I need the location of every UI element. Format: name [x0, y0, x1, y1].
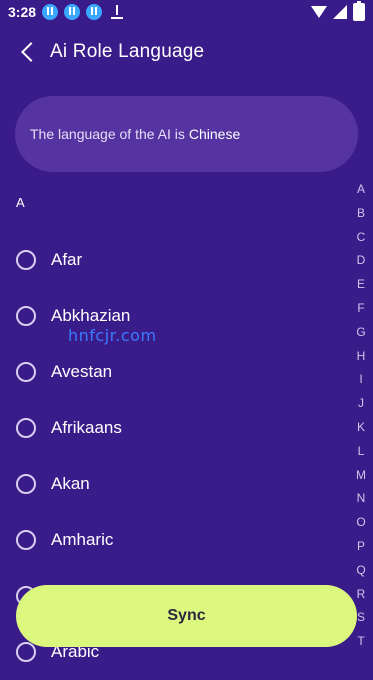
radio-button[interactable] [16, 306, 36, 326]
alphabet-letter[interactable]: M [356, 464, 366, 488]
language-label: Afar [51, 250, 83, 269]
alphabet-letter[interactable]: N [357, 487, 366, 511]
language-label: Amharic [51, 530, 114, 549]
download-badge-icon [42, 4, 59, 20]
status-time: 3:28 [8, 4, 37, 20]
app-bar: Ai Role Language [0, 30, 373, 74]
alphabet-letter[interactable]: A [357, 178, 365, 202]
ai-language-value: Chinese [188, 126, 241, 142]
alphabet-letter[interactable]: I [359, 368, 362, 392]
alphabet-index[interactable]: A B C D E F G H I J K L M N O P Q R S T [353, 178, 369, 654]
alphabet-letter[interactable]: Q [356, 559, 365, 583]
battery-icon [353, 1, 365, 21]
wifi-icon [311, 6, 327, 18]
radio-button[interactable] [16, 362, 36, 382]
alphabet-letter[interactable]: S [357, 606, 365, 630]
ai-language-label: The language of the AI is [30, 126, 185, 142]
sync-button[interactable]: Sync [16, 585, 357, 647]
alphabet-letter[interactable]: L [358, 440, 365, 464]
download-badge-icon [64, 4, 81, 20]
language-label: Akan [51, 474, 90, 493]
ai-language-card: The language of the AI is Chinese [15, 96, 358, 172]
back-arrow-icon[interactable] [18, 41, 40, 63]
download-badge-icon [86, 4, 103, 20]
alphabet-letter[interactable]: F [357, 297, 364, 321]
alphabet-letter[interactable]: O [356, 511, 365, 535]
alphabet-letter[interactable]: E [357, 273, 365, 297]
language-label: Avestan [51, 362, 113, 381]
alphabet-letter[interactable]: H [357, 345, 366, 369]
language-item-amharic[interactable]: Amharic [0, 512, 350, 568]
alphabet-letter[interactable]: K [357, 416, 365, 440]
download-icon [110, 4, 124, 20]
language-item-afar[interactable]: Afar [0, 232, 350, 288]
alphabet-letter[interactable]: J [358, 392, 364, 416]
alphabet-letter[interactable]: P [357, 535, 365, 559]
alphabet-letter[interactable]: T [357, 630, 364, 654]
page-title: Ai Role Language [50, 41, 205, 62]
radio-button[interactable] [16, 642, 36, 662]
language-item-akan[interactable]: Akan [0, 456, 350, 512]
language-label: Afrikaans [51, 418, 122, 437]
alphabet-letter[interactable]: B [357, 202, 365, 226]
alphabet-letter[interactable]: D [357, 249, 366, 273]
alphabet-letter[interactable]: G [356, 321, 365, 345]
section-header: A [16, 195, 25, 210]
radio-button[interactable] [16, 474, 36, 494]
language-label: Abkhazian [51, 306, 131, 325]
language-item-avestan[interactable]: Avestan [0, 344, 350, 400]
status-bar: 3:28 [0, 0, 373, 24]
status-icons [311, 1, 365, 21]
watermark-text: hnfcjr.com [68, 326, 157, 345]
radio-button[interactable] [16, 250, 36, 270]
radio-button[interactable] [16, 530, 36, 550]
language-item-abkhazian[interactable]: Abkhazian [0, 288, 350, 344]
language-item-afrikaans[interactable]: Afrikaans [0, 400, 350, 456]
alphabet-letter[interactable]: R [357, 583, 366, 607]
alphabet-letter[interactable]: C [357, 226, 366, 250]
signal-icon [333, 5, 347, 19]
radio-button[interactable] [16, 418, 36, 438]
